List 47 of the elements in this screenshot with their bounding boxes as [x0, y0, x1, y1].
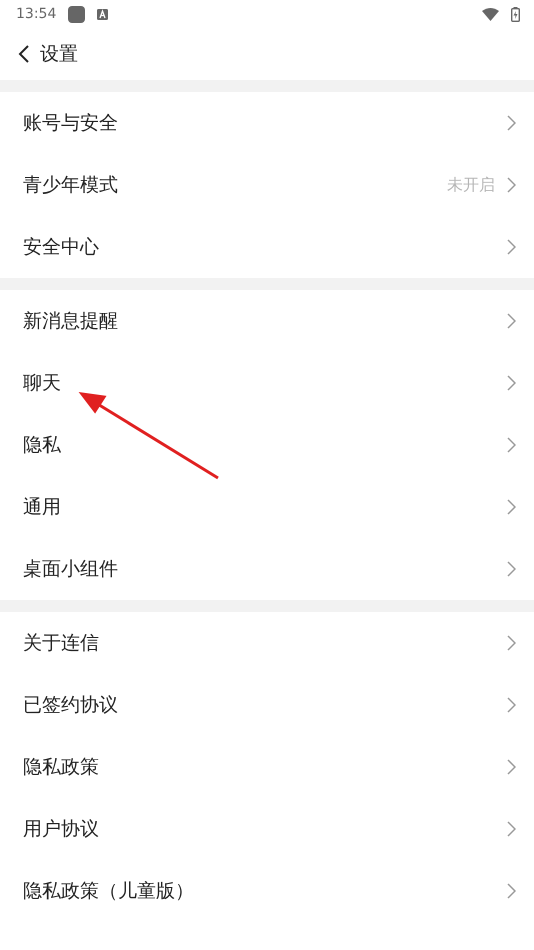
settings-item[interactable]: 隐私政策（儿童版）	[0, 860, 534, 922]
item-label: 通用	[23, 495, 62, 520]
item-label: 关于连信	[23, 631, 100, 656]
item-label: 聊天	[23, 371, 62, 396]
chevron-icon	[507, 177, 516, 193]
chevron-icon	[507, 759, 516, 775]
chevron-icon	[507, 375, 516, 391]
chevron-icon	[507, 239, 516, 255]
item-label: 隐私	[23, 433, 62, 458]
settings-item[interactable]: 安全中心	[0, 216, 534, 278]
status-time: 13:54	[16, 6, 56, 22]
chevron-icon	[507, 313, 516, 329]
settings-item[interactable]: 青少年模式 未开启	[0, 154, 534, 216]
chevron-icon	[507, 499, 516, 515]
settings-item[interactable]: 关于连信	[0, 612, 534, 674]
chevron-icon	[507, 883, 516, 899]
notification-icon	[68, 6, 86, 22]
settings-item[interactable]: 桌面小组件	[0, 538, 534, 600]
chevron-icon	[507, 697, 516, 713]
item-label: 桌面小组件	[23, 557, 119, 582]
settings-item[interactable]: 账号与安全	[0, 92, 534, 154]
settings-item[interactable]: 通用	[0, 476, 534, 538]
back-icon[interactable]	[18, 44, 30, 64]
chevron-icon	[507, 437, 516, 453]
keyboard-icon	[97, 8, 108, 20]
item-label: 用户协议	[23, 817, 100, 842]
item-label: 安全中心	[23, 235, 100, 260]
settings-item[interactable]: 聊天	[0, 352, 534, 414]
settings-item[interactable]: 已签约协议	[0, 674, 534, 736]
settings-item[interactable]: 隐私	[0, 414, 534, 476]
settings-item[interactable]: 隐私政策	[0, 736, 534, 798]
item-label: 账号与安全	[23, 111, 119, 136]
item-label: 新消息提醒	[23, 309, 119, 334]
item-label: 隐私政策	[23, 755, 100, 780]
battery-icon	[511, 6, 520, 22]
item-label: 已签约协议	[23, 693, 119, 718]
item-value: 未开启	[447, 174, 495, 196]
chevron-icon	[507, 635, 516, 651]
item-label: 隐私政策（儿童版）	[23, 879, 195, 904]
wifi-icon	[482, 8, 499, 20]
chevron-icon	[507, 561, 516, 577]
chevron-icon	[507, 115, 516, 131]
settings-item[interactable]: 新消息提醒	[0, 290, 534, 352]
settings-item[interactable]: 用户协议	[0, 798, 534, 860]
item-label: 青少年模式	[23, 173, 119, 198]
page-title: 设置	[40, 42, 78, 67]
chevron-icon	[507, 821, 516, 837]
